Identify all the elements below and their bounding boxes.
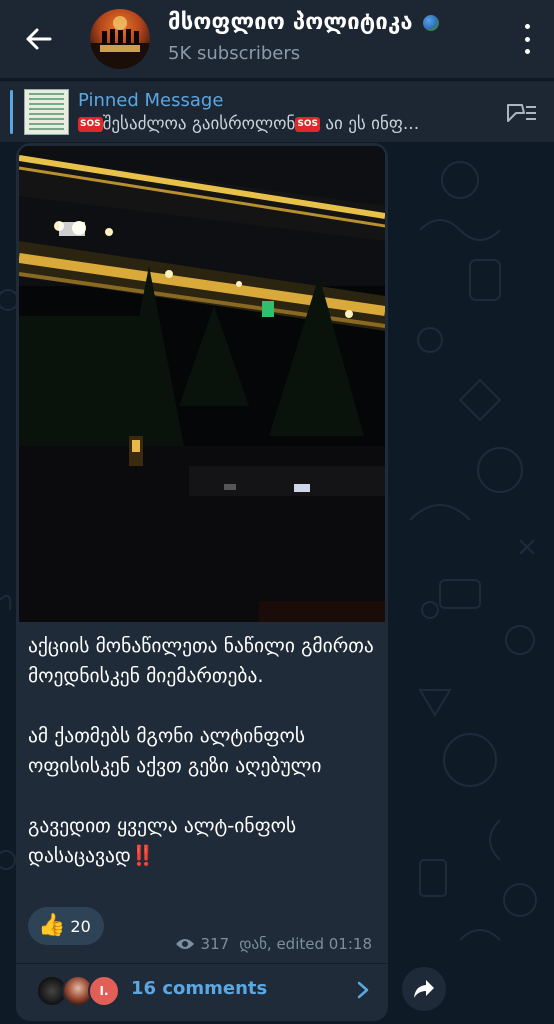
video-media[interactable] bbox=[19, 146, 385, 622]
message-text: აქციის მონაწილეთა ნაწილი გმირთა მოედნისკ… bbox=[28, 631, 378, 871]
comments-divider bbox=[16, 963, 388, 964]
share-button[interactable] bbox=[402, 967, 446, 1011]
double-exclamation-icon: ‼️ bbox=[130, 844, 156, 867]
channel-title[interactable]: მსოფლიო პოლიტიკა bbox=[168, 10, 439, 35]
avatar-image bbox=[90, 16, 150, 69]
pinned-label: Pinned Message bbox=[78, 90, 224, 111]
chevron-right-icon bbox=[357, 981, 369, 999]
message-paragraph: გავედით ყველა ალტ-ინფოს დასაცავად‼️ bbox=[28, 814, 297, 867]
reaction-thumbs-up[interactable]: 👍 20 bbox=[28, 907, 104, 945]
comments-button[interactable]: I. 16 comments bbox=[16, 965, 388, 1015]
thumbs-up-icon: 👍 bbox=[38, 913, 66, 938]
edited-time: დან, edited 01:18 bbox=[239, 935, 372, 953]
sos-icon: SOS bbox=[295, 116, 321, 132]
comments-label: 16 comments bbox=[131, 978, 268, 999]
view-count: 317 bbox=[200, 935, 230, 953]
forward-arrow-icon bbox=[414, 980, 434, 998]
pinned-accent-line bbox=[10, 90, 13, 134]
pinned-thumbnail bbox=[24, 89, 69, 135]
globe-icon bbox=[422, 15, 439, 31]
reaction-count: 20 bbox=[70, 916, 91, 936]
message-paragraph: ამ ქათმებს მგონი ალტინფოს ოფისისკენ აქვთ… bbox=[28, 724, 322, 777]
message-meta: 317 დან, edited 01:18 bbox=[175, 935, 372, 953]
unpin-icon bbox=[507, 104, 536, 122]
channel-title-text: მსოფლიო პოლიტიკა bbox=[168, 10, 413, 35]
eye-icon bbox=[175, 939, 194, 949]
commenter-avatar: I. bbox=[88, 975, 120, 1007]
more-vertical-icon bbox=[524, 24, 530, 29]
channel-avatar[interactable] bbox=[90, 9, 150, 69]
back-button[interactable] bbox=[18, 22, 58, 56]
pinned-preview-text: SOS შესაძლოა გაისროლონ SOS აი ეს ინფ... bbox=[78, 114, 420, 134]
unpin-button[interactable] bbox=[502, 99, 538, 127]
night-city-video-frame bbox=[19, 146, 385, 622]
message-paragraph: აქციის მონაწილეთა ნაწილი გმირთა მოედნისკ… bbox=[28, 634, 374, 687]
sos-icon: SOS bbox=[78, 116, 103, 132]
more-options-button[interactable] bbox=[520, 24, 534, 54]
chat-header: მსოფლიო პოლიტიკა 5K subscribers bbox=[0, 0, 554, 78]
message-bubble: აქციის მონაწილეთა ნაწილი გმირთა მოედნისკ… bbox=[16, 143, 388, 1021]
subscriber-count: 5K subscribers bbox=[168, 43, 301, 64]
back-arrow-icon bbox=[26, 28, 52, 50]
pinned-message-bar[interactable]: Pinned Message SOS შესაძლოა გაისროლონ SOS … bbox=[0, 80, 554, 142]
